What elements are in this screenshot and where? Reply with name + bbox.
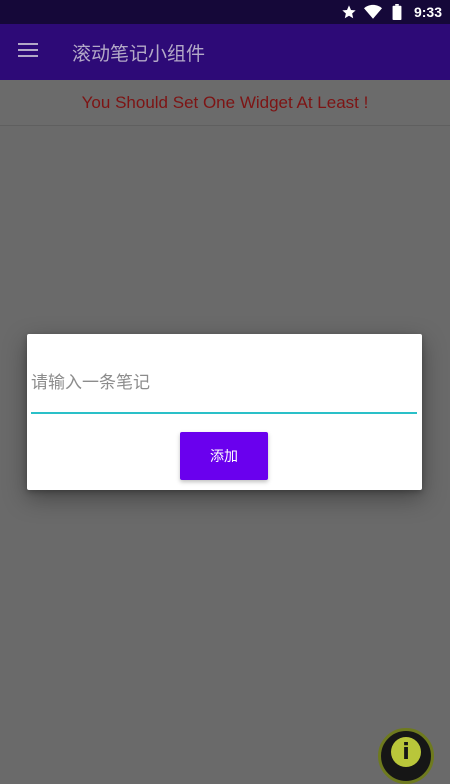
note-input[interactable]: [31, 354, 417, 414]
app-bar: 滚动笔记小组件: [0, 24, 450, 80]
add-button[interactable]: 添加: [180, 432, 268, 480]
status-bar: 9:33: [0, 0, 450, 24]
wifi-icon: [363, 3, 382, 21]
menu-button[interactable]: [0, 24, 56, 80]
page-title: 滚动笔记小组件: [72, 42, 206, 65]
floating-widget-button[interactable]: i: [378, 728, 434, 784]
clock: 9:33: [413, 4, 442, 20]
warning-banner: You Should Set One Widget At Least !: [0, 80, 450, 126]
add-note-dialog: 添加: [27, 334, 422, 490]
battery-icon: [388, 3, 406, 21]
info-icon: i: [391, 737, 421, 767]
star-icon: [340, 3, 358, 21]
warning-text: You Should Set One Widget At Least !: [81, 92, 369, 112]
hamburger-menu-icon: [18, 42, 38, 62]
